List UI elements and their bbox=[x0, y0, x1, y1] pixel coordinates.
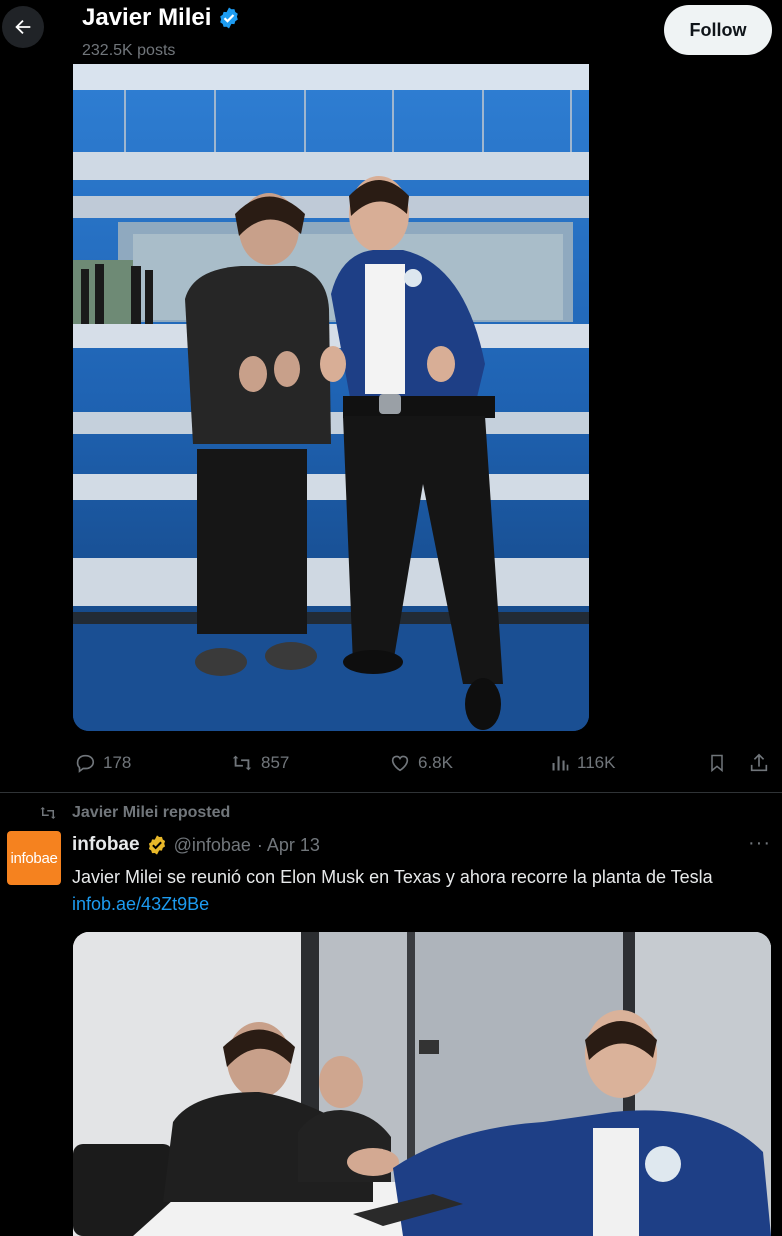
post-date[interactable]: · Apr 13 bbox=[257, 835, 320, 856]
repost-button[interactable]: 857 bbox=[230, 748, 289, 778]
bookmark-icon bbox=[711, 754, 723, 773]
author-name[interactable]: infobae bbox=[72, 834, 140, 856]
tweet-link[interactable]: infob.ae/43Zt9Be bbox=[72, 891, 772, 918]
photo-illustration-2 bbox=[73, 932, 771, 1236]
tweet-body: Javier Milei se reunió con Elon Musk en … bbox=[72, 864, 772, 918]
like-icon bbox=[391, 755, 409, 772]
tweet-text: Javier Milei se reunió con Elon Musk en … bbox=[72, 867, 713, 887]
repost-icon bbox=[232, 755, 252, 771]
views-icon bbox=[552, 756, 569, 771]
back-arrow-icon bbox=[15, 19, 31, 35]
repost-indicator[interactable]: Javier Milei reposted bbox=[38, 804, 230, 822]
tweet-author-row: infobae @infobae · Apr 13 bbox=[72, 834, 320, 856]
bookmark-button[interactable] bbox=[707, 748, 727, 778]
share-icon bbox=[750, 753, 768, 772]
like-button[interactable]: 6.8K bbox=[389, 748, 453, 778]
more-icon: ··· bbox=[748, 832, 771, 854]
reply-button[interactable]: 178 bbox=[74, 748, 131, 778]
share-button[interactable] bbox=[748, 748, 770, 778]
photo-illustration bbox=[73, 64, 589, 731]
gold-verified-icon bbox=[148, 835, 165, 855]
reply-icon bbox=[76, 754, 95, 773]
reply-count: 178 bbox=[103, 753, 132, 772]
profile-name: Javier Milei bbox=[82, 4, 241, 32]
views-count: 116K bbox=[577, 753, 616, 772]
like-count: 6.8K bbox=[418, 753, 453, 772]
profile-header: Javier Milei 232.5K posts Follow bbox=[0, 0, 782, 64]
repost-count: 857 bbox=[261, 753, 290, 772]
avatar[interactable]: infobae bbox=[7, 831, 61, 885]
post-divider bbox=[0, 792, 782, 793]
verified-icon bbox=[220, 7, 239, 29]
follow-button[interactable]: Follow bbox=[664, 5, 772, 55]
profile-name-text: Javier Milei bbox=[82, 4, 212, 31]
post-count: 232.5K posts bbox=[82, 42, 176, 59]
author-handle[interactable]: @infobae bbox=[174, 835, 251, 856]
back-button[interactable] bbox=[2, 6, 44, 48]
repost-small-icon bbox=[40, 807, 56, 819]
post-image-handshake[interactable] bbox=[73, 932, 771, 1236]
more-button[interactable]: ··· bbox=[748, 832, 771, 855]
repost-label: Javier Milei reposted bbox=[72, 804, 231, 821]
post-image-milei-musk[interactable] bbox=[73, 64, 589, 731]
views-button[interactable]: 116K bbox=[550, 748, 615, 778]
